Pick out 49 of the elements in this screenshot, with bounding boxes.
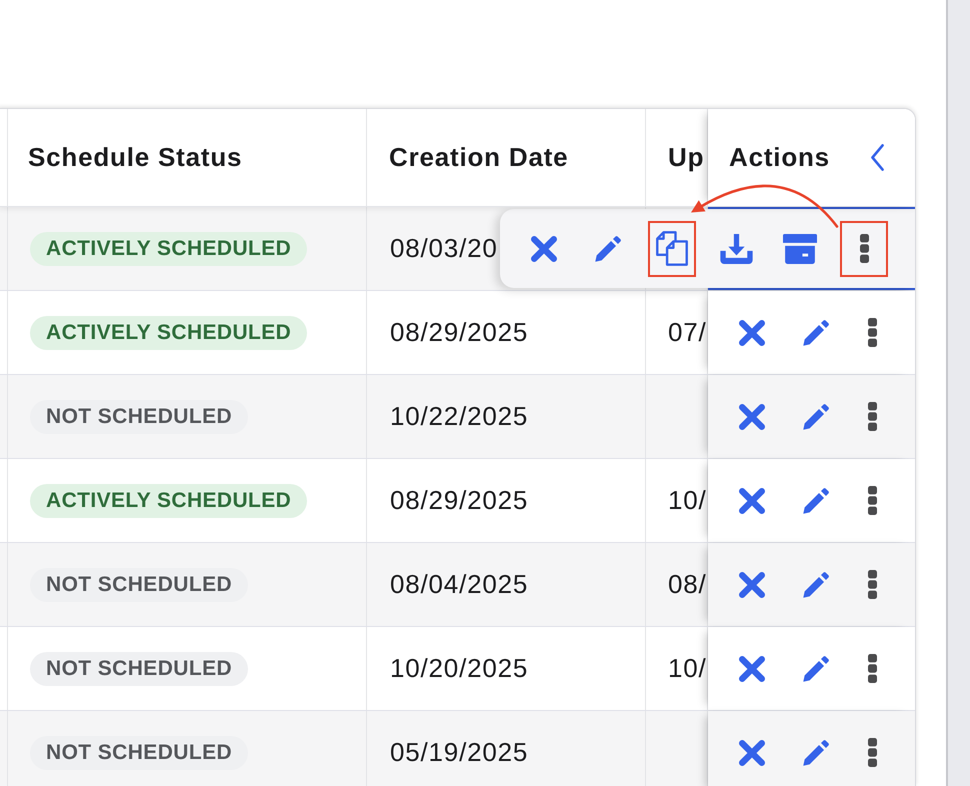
pencil-icon [803, 320, 829, 346]
column-header: Creation Date [367, 109, 646, 206]
date-text: 08/29/2025 [390, 485, 528, 516]
close-icon [739, 656, 765, 682]
pencil-icon [803, 404, 829, 430]
column-header: Actions [729, 142, 830, 173]
date-text: 08/04/2025 [390, 569, 528, 600]
kebab-menu-icon [868, 738, 876, 767]
close-icon [739, 572, 765, 598]
status-badge: ACTIVELY SCHEDULED [30, 232, 308, 266]
date-text: 07/ [668, 317, 707, 348]
download-icon [720, 234, 752, 264]
date-text: 08/ [668, 569, 707, 600]
column-header: Schedule Status [8, 109, 367, 206]
more-button[interactable] [840, 220, 888, 276]
pencil-icon [803, 740, 829, 766]
date-text: 08/29/2025 [390, 317, 528, 348]
close-icon [739, 488, 765, 514]
close-icon [739, 404, 765, 430]
kebab-menu-icon [868, 654, 876, 683]
close-icon [739, 320, 765, 346]
close-icon [531, 236, 557, 262]
date-text: 10/20/2025 [390, 653, 528, 684]
chevron-left-icon [871, 144, 884, 171]
date-text: 08/03/20 [390, 233, 498, 264]
status-badge: ACTIVELY SCHEDULED [30, 484, 308, 518]
kebab-menu-icon [868, 318, 876, 347]
copy-button[interactable] [648, 220, 696, 276]
date-text: 05/19/2025 [390, 737, 528, 768]
status-badge: NOT SCHEDULED [30, 568, 248, 602]
copy-icon [656, 231, 688, 266]
kebab-menu-icon [868, 570, 876, 599]
status-badge: NOT SCHEDULED [30, 652, 248, 686]
date-text: 10/ [668, 485, 707, 516]
kebab-menu-icon [860, 234, 868, 263]
pencil-icon [803, 572, 829, 598]
status-badge: ACTIVELY SCHEDULED [30, 316, 308, 350]
date-text: 10/ [668, 653, 707, 684]
archive-box-icon [783, 234, 817, 264]
pencil-icon [595, 236, 621, 262]
close-icon [739, 740, 765, 766]
date-text: 10/22/2025 [390, 401, 528, 432]
status-badge: NOT SCHEDULED [30, 400, 248, 434]
status-badge: NOT SCHEDULED [30, 736, 248, 770]
kebab-menu-icon [868, 486, 876, 515]
pencil-icon [803, 488, 829, 514]
kebab-menu-icon [868, 402, 876, 431]
pencil-icon [803, 656, 829, 682]
scrollbar-track[interactable] [946, 0, 970, 786]
